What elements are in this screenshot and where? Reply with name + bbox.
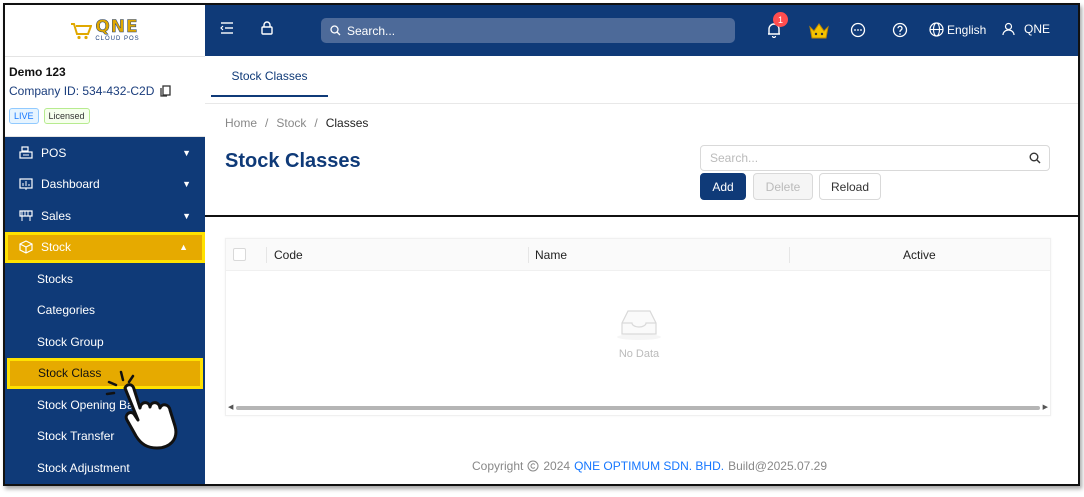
column-header-name[interactable]: Name [535,248,567,262]
user-menu[interactable]: QNE [1002,22,1050,36]
app-window: QNE CLOUD POS Demo 123 Company ID: 534-4… [3,3,1080,486]
tab-stock-classes[interactable]: Stock Classes [211,56,328,97]
sidebar-item-stock[interactable]: Stock ▲ [5,231,205,263]
column-separator [266,247,267,263]
empty-inbox-icon [617,310,661,340]
empty-state: No Data [609,305,669,360]
breadcrumb-home[interactable]: Home [225,116,257,130]
reload-button[interactable]: Reload [819,173,881,200]
breadcrumb-current: Classes [325,116,369,130]
lock-icon[interactable] [261,21,273,35]
box-icon [18,240,34,254]
column-separator [528,247,529,263]
sidebar-item-sales[interactable]: Sales ▼ [5,200,205,232]
chevron-down-icon: ▼ [182,147,191,158]
sidebar-item-label: Dashboard [41,177,100,192]
live-badge: LIVE [9,108,39,124]
cart-icon [71,22,93,39]
menu-collapse-icon[interactable] [220,22,234,34]
search-input[interactable]: Search... [700,145,1050,171]
breadcrumb-separator: / [265,116,269,130]
footer-org-link[interactable]: QNE OPTIMUM SDN. BHD. [574,459,724,473]
notification-count-badge: 1 [773,12,788,27]
page-title: Stock Classes [225,150,361,172]
search-icon [330,25,341,36]
language-selector[interactable]: English [929,22,986,37]
global-search-placeholder: Search... [347,23,396,38]
sidebar-subitem-stocks[interactable]: Stocks [5,263,205,295]
search-placeholder: Search... [710,151,759,165]
licensed-badge: Licensed [43,108,90,124]
user-icon [1002,22,1015,36]
footer-copyright: Copyright [472,459,524,473]
sidebar-item-label: Sales [41,208,72,223]
breadcrumb: Home / Stock / Classes [225,116,368,130]
help-icon[interactable] [892,22,908,38]
empty-state-text: No Data [618,348,660,360]
delete-button[interactable]: Delete [753,173,813,200]
sidebar-item-pos[interactable]: POS ▼ [5,137,205,169]
chevron-down-icon: ▼ [182,179,191,190]
user-name: QNE [1024,22,1051,36]
company-panel: Demo 123 Company ID: 534-432-C2D LIVE Li… [5,57,205,137]
logo-area[interactable]: QNE CLOUD POS [5,5,205,57]
copy-icon[interactable] [160,85,172,97]
pointing-hand-cursor-icon [105,370,178,450]
breadcrumb-separator: / [314,116,318,130]
sidebar-subitem-stock-adjustment[interactable]: Stock Adjustment [5,452,205,484]
footer: Copyright 2024 QNE OPTIMUM SDN. BHD. Bui… [472,459,827,473]
sidebar-subitem-categories[interactable]: Categories [5,295,205,327]
sales-register-icon [18,209,34,223]
chevron-down-icon: ▼ [182,210,191,221]
top-bar: Search... 1 English QNE [205,5,1078,56]
company-id: Company ID: 534-432-C2D [9,84,201,98]
scroll-left-arrow-icon[interactable]: ◀ [228,403,233,411]
footer-year: 2024 [543,459,571,473]
company-id-label: Company ID: 534-432-C2D [9,84,155,98]
copyright-icon [527,460,539,472]
column-header-code[interactable]: Code [274,248,303,262]
section-divider [205,215,1078,217]
horizontal-scrollbar[interactable]: ◀ ▶ [228,403,1048,411]
logo-subtext: CLOUD POS [95,36,140,42]
sidebar-item-dashboard[interactable]: Dashboard ▼ [5,169,205,201]
logo-text: QNE [95,17,139,37]
add-button[interactable]: Add [700,173,746,200]
pos-terminal-icon [18,146,34,160]
table-header: Code Name Active [226,239,1050,271]
company-name: Demo 123 [9,65,66,79]
sidebar-subitem-stock-group[interactable]: Stock Group [5,326,205,358]
sidebar-item-label: Stock [41,240,72,255]
footer-build: Build@2025.07.29 [728,459,828,473]
breadcrumb-stock[interactable]: Stock [276,116,306,130]
app-logo: QNE CLOUD POS [70,17,140,42]
globe-icon [929,22,944,37]
crown-mascot-icon[interactable] [808,21,830,44]
scroll-right-arrow-icon[interactable]: ▶ [1043,403,1048,411]
language-label: English [947,22,987,37]
scrollbar-thumb[interactable] [236,406,1040,410]
column-separator [789,247,790,263]
dashboard-chart-icon [18,177,34,191]
select-all-checkbox[interactable] [233,248,246,261]
global-search-input[interactable]: Search... [321,18,735,43]
sidebar-item-label: POS [41,145,67,160]
tab-bar: Stock Classes [205,56,1078,104]
main-content: Stock Classes Home / Stock / Classes Sto… [205,56,1078,484]
stock-classes-table: Code Name Active No Data ◀ ▶ [225,238,1051,416]
search-icon[interactable] [1029,152,1041,164]
chevron-up-icon: ▲ [179,242,188,253]
column-header-active[interactable]: Active [903,248,936,262]
chat-icon[interactable] [850,22,866,38]
